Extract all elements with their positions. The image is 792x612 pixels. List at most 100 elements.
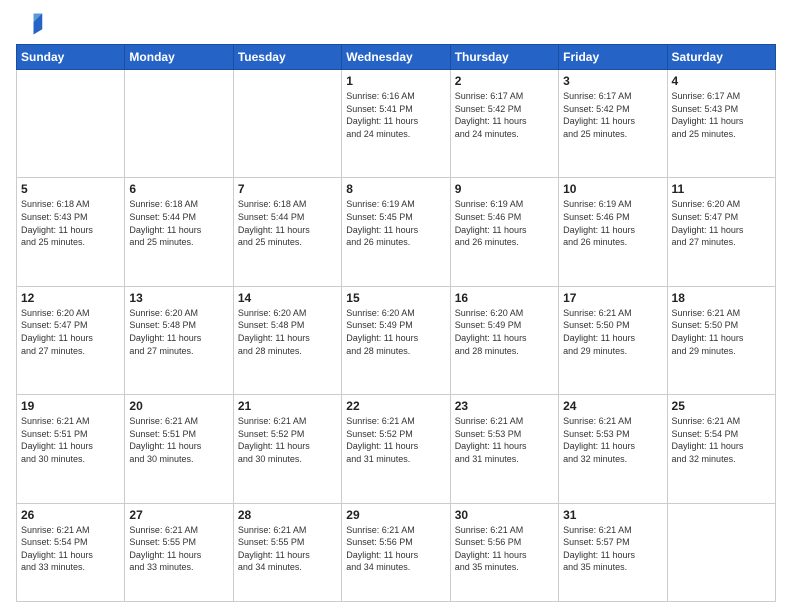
calendar-week-row: 26 Sunrise: 6:21 AMSunset: 5:54 PMDayligh…: [17, 503, 776, 601]
calendar-cell: 7 Sunrise: 6:18 AMSunset: 5:44 PMDaylight…: [233, 178, 341, 286]
calendar-cell: [125, 70, 233, 178]
day-info: Sunrise: 6:21 AMSunset: 5:51 PMDaylight:…: [129, 415, 228, 465]
day-info: Sunrise: 6:21 AMSunset: 5:54 PMDaylight:…: [21, 524, 120, 574]
calendar-cell: 12Sunrise: 6:20 AMSunset: 5:47 PMDayligh…: [17, 286, 125, 394]
day-info: Sunrise: 6:20 AMSunset: 5:47 PMDaylight:…: [21, 307, 120, 357]
day-number: 25: [672, 399, 771, 413]
day-number: 4: [672, 74, 771, 88]
day-info: Sunrise: 6:21 AMSunset: 5:56 PMDaylight:…: [455, 524, 554, 574]
calendar-cell: 3 Sunrise: 6:17 AMSunset: 5:42 PMDaylight…: [559, 70, 667, 178]
day-info: Sunrise: 6:21 AMSunset: 5:55 PMDaylight:…: [129, 524, 228, 574]
day-number: 5: [21, 182, 120, 196]
calendar-cell: 11 Sunrise: 6:20 AMSunset: 5:47 PMDayligh…: [667, 178, 775, 286]
calendar-cell: 19 Sunrise: 6:21 AMSunset: 5:51 PMDayligh…: [17, 395, 125, 503]
day-number: 1: [346, 74, 445, 88]
day-info: Sunrise: 6:17 AMSunset: 5:42 PMDaylight:…: [563, 90, 662, 140]
weekday-header-wednesday: Wednesday: [342, 45, 450, 70]
day-info: Sunrise: 6:19 AMSunset: 5:46 PMDaylight:…: [563, 198, 662, 248]
header: [16, 10, 776, 38]
day-number: 23: [455, 399, 554, 413]
day-info: Sunrise: 6:21 AMSunset: 5:54 PMDaylight:…: [672, 415, 771, 465]
day-info: Sunrise: 6:21 AMSunset: 5:56 PMDaylight:…: [346, 524, 445, 574]
day-number: 26: [21, 508, 120, 522]
calendar-cell: 13 Sunrise: 6:20 AMSunset: 5:48 PMDayligh…: [125, 286, 233, 394]
day-number: 27: [129, 508, 228, 522]
day-info: Sunrise: 6:16 AMSunset: 5:41 PMDaylight:…: [346, 90, 445, 140]
day-info: Sunrise: 6:18 AMSunset: 5:43 PMDaylight:…: [21, 198, 120, 248]
day-number: 18: [672, 291, 771, 305]
calendar-cell: 15 Sunrise: 6:20 AMSunset: 5:49 PMDayligh…: [342, 286, 450, 394]
day-info: Sunrise: 6:21 AMSunset: 5:52 PMDaylight:…: [346, 415, 445, 465]
calendar-cell: 16Sunrise: 6:20 AMSunset: 5:49 PMDayligh…: [450, 286, 558, 394]
day-info: Sunrise: 6:21 AMSunset: 5:50 PMDaylight:…: [672, 307, 771, 357]
calendar-cell: 24Sunrise: 6:21 AMSunset: 5:53 PMDayligh…: [559, 395, 667, 503]
calendar-cell: 2 Sunrise: 6:17 AMSunset: 5:42 PMDaylight…: [450, 70, 558, 178]
calendar-cell: 9 Sunrise: 6:19 AMSunset: 5:46 PMDaylight…: [450, 178, 558, 286]
weekday-header-thursday: Thursday: [450, 45, 558, 70]
day-number: 8: [346, 182, 445, 196]
calendar-cell: 4 Sunrise: 6:17 AMSunset: 5:43 PMDaylight…: [667, 70, 775, 178]
weekday-header-monday: Monday: [125, 45, 233, 70]
day-number: 2: [455, 74, 554, 88]
day-info: Sunrise: 6:17 AMSunset: 5:42 PMDaylight:…: [455, 90, 554, 140]
day-number: 14: [238, 291, 337, 305]
day-number: 9: [455, 182, 554, 196]
calendar-cell: [233, 70, 341, 178]
calendar-cell: 28Sunrise: 6:21 AMSunset: 5:55 PMDayligh…: [233, 503, 341, 601]
calendar-week-row: 1 Sunrise: 6:16 AMSunset: 5:41 PMDaylight…: [17, 70, 776, 178]
calendar-cell: 8 Sunrise: 6:19 AMSunset: 5:45 PMDaylight…: [342, 178, 450, 286]
day-number: 19: [21, 399, 120, 413]
day-info: Sunrise: 6:20 AMSunset: 5:48 PMDaylight:…: [129, 307, 228, 357]
day-info: Sunrise: 6:18 AMSunset: 5:44 PMDaylight:…: [238, 198, 337, 248]
day-info: Sunrise: 6:21 AMSunset: 5:52 PMDaylight:…: [238, 415, 337, 465]
day-info: Sunrise: 6:20 AMSunset: 5:48 PMDaylight:…: [238, 307, 337, 357]
weekday-header-saturday: Saturday: [667, 45, 775, 70]
day-number: 22: [346, 399, 445, 413]
day-number: 20: [129, 399, 228, 413]
logo: [16, 10, 48, 38]
day-info: Sunrise: 6:21 AMSunset: 5:53 PMDaylight:…: [455, 415, 554, 465]
day-number: 31: [563, 508, 662, 522]
calendar-week-row: 19 Sunrise: 6:21 AMSunset: 5:51 PMDayligh…: [17, 395, 776, 503]
day-info: Sunrise: 6:20 AMSunset: 5:47 PMDaylight:…: [672, 198, 771, 248]
calendar-cell: [17, 70, 125, 178]
weekday-header-sunday: Sunday: [17, 45, 125, 70]
day-info: Sunrise: 6:21 AMSunset: 5:51 PMDaylight:…: [21, 415, 120, 465]
calendar-cell: 5 Sunrise: 6:18 AMSunset: 5:43 PMDaylight…: [17, 178, 125, 286]
calendar-cell: 26 Sunrise: 6:21 AMSunset: 5:54 PMDayligh…: [17, 503, 125, 601]
calendar-cell: 21 Sunrise: 6:21 AMSunset: 5:52 PMDayligh…: [233, 395, 341, 503]
calendar-page: SundayMondayTuesdayWednesdayThursdayFrid…: [0, 0, 792, 612]
day-number: 16: [455, 291, 554, 305]
weekday-header-row: SundayMondayTuesdayWednesdayThursdayFrid…: [17, 45, 776, 70]
calendar-week-row: 12Sunrise: 6:20 AMSunset: 5:47 PMDayligh…: [17, 286, 776, 394]
day-number: 30: [455, 508, 554, 522]
day-info: Sunrise: 6:21 AMSunset: 5:57 PMDaylight:…: [563, 524, 662, 574]
calendar-cell: 20 Sunrise: 6:21 AMSunset: 5:51 PMDayligh…: [125, 395, 233, 503]
day-info: Sunrise: 6:19 AMSunset: 5:46 PMDaylight:…: [455, 198, 554, 248]
calendar-cell: 27 Sunrise: 6:21 AMSunset: 5:55 PMDayligh…: [125, 503, 233, 601]
day-number: 13: [129, 291, 228, 305]
calendar-cell: 29Sunrise: 6:21 AMSunset: 5:56 PMDayligh…: [342, 503, 450, 601]
day-info: Sunrise: 6:18 AMSunset: 5:44 PMDaylight:…: [129, 198, 228, 248]
calendar-table: SundayMondayTuesdayWednesdayThursdayFrid…: [16, 44, 776, 602]
day-number: 24: [563, 399, 662, 413]
weekday-header-tuesday: Tuesday: [233, 45, 341, 70]
day-number: 3: [563, 74, 662, 88]
day-info: Sunrise: 6:17 AMSunset: 5:43 PMDaylight:…: [672, 90, 771, 140]
calendar-cell: [667, 503, 775, 601]
logo-icon: [16, 10, 44, 38]
day-number: 11: [672, 182, 771, 196]
day-number: 15: [346, 291, 445, 305]
day-info: Sunrise: 6:19 AMSunset: 5:45 PMDaylight:…: [346, 198, 445, 248]
day-info: Sunrise: 6:20 AMSunset: 5:49 PMDaylight:…: [346, 307, 445, 357]
calendar-cell: 22 Sunrise: 6:21 AMSunset: 5:52 PMDayligh…: [342, 395, 450, 503]
calendar-cell: 30 Sunrise: 6:21 AMSunset: 5:56 PMDayligh…: [450, 503, 558, 601]
day-number: 7: [238, 182, 337, 196]
calendar-cell: 18 Sunrise: 6:21 AMSunset: 5:50 PMDayligh…: [667, 286, 775, 394]
day-info: Sunrise: 6:21 AMSunset: 5:50 PMDaylight:…: [563, 307, 662, 357]
calendar-cell: 17Sunrise: 6:21 AMSunset: 5:50 PMDayligh…: [559, 286, 667, 394]
calendar-cell: 23 Sunrise: 6:21 AMSunset: 5:53 PMDayligh…: [450, 395, 558, 503]
day-number: 21: [238, 399, 337, 413]
day-number: 6: [129, 182, 228, 196]
calendar-cell: 10Sunrise: 6:19 AMSunset: 5:46 PMDayligh…: [559, 178, 667, 286]
